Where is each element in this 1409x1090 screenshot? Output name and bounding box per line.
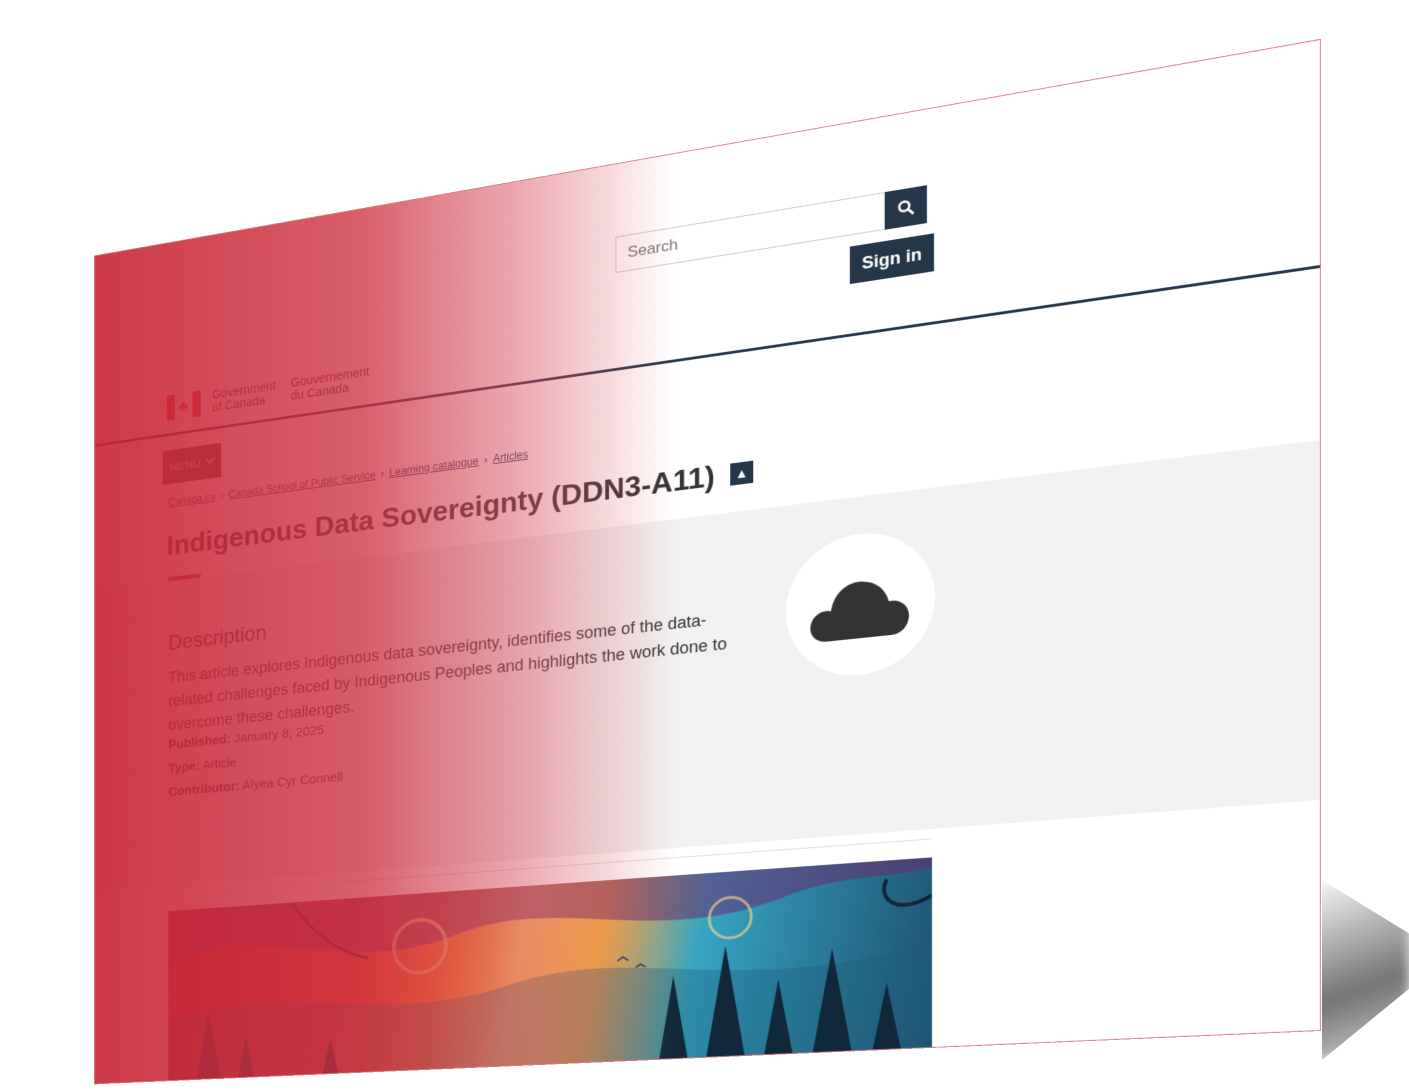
search-icon <box>897 198 915 218</box>
csps-badge-icon: ▲ <box>730 460 754 486</box>
webpage: ♣ Government of Canada Gouvernement du C… <box>94 40 1321 1084</box>
article-banner-image <box>168 857 932 1084</box>
breadcrumb-separator: › <box>220 489 224 502</box>
breadcrumb-canada[interactable]: Canada.ca <box>168 490 215 508</box>
search-input[interactable] <box>615 192 885 273</box>
breadcrumb-separator: › <box>380 467 385 481</box>
type-value: Article <box>202 755 237 773</box>
published-label: Published: <box>168 731 231 753</box>
canada-flag-icon: ♣ <box>166 390 201 422</box>
type-label: Type: <box>168 758 200 776</box>
stage: ♣ Government of Canada Gouvernement du C… <box>20 0 1321 1084</box>
breadcrumb-learning-catalogue[interactable]: Learning catalogue <box>389 455 478 479</box>
breadcrumb-separator: › <box>483 453 488 467</box>
search-button[interactable] <box>884 185 927 230</box>
menu-button[interactable]: MENU <box>162 442 222 485</box>
chevron-down-icon <box>206 457 214 465</box>
gov-header: ♣ Government of Canada Gouvernement du C… <box>94 40 1321 448</box>
sign-in-button[interactable]: Sign in <box>849 233 935 285</box>
breadcrumb-csps[interactable]: Canada School of Public Service <box>229 469 376 501</box>
breadcrumb-articles[interactable]: Articles <box>493 448 528 465</box>
cloud-icon <box>810 576 910 644</box>
contributor-label: Contributor: <box>168 778 240 800</box>
contributor-value: Alyea Cyr Connell <box>242 769 344 794</box>
header-rule <box>94 265 1321 447</box>
menu-label: MENU <box>169 456 201 474</box>
gov-signature[interactable]: ♣ Government of Canada Gouvernement du C… <box>166 364 369 422</box>
published-value: January 8, 2025 <box>234 722 324 746</box>
